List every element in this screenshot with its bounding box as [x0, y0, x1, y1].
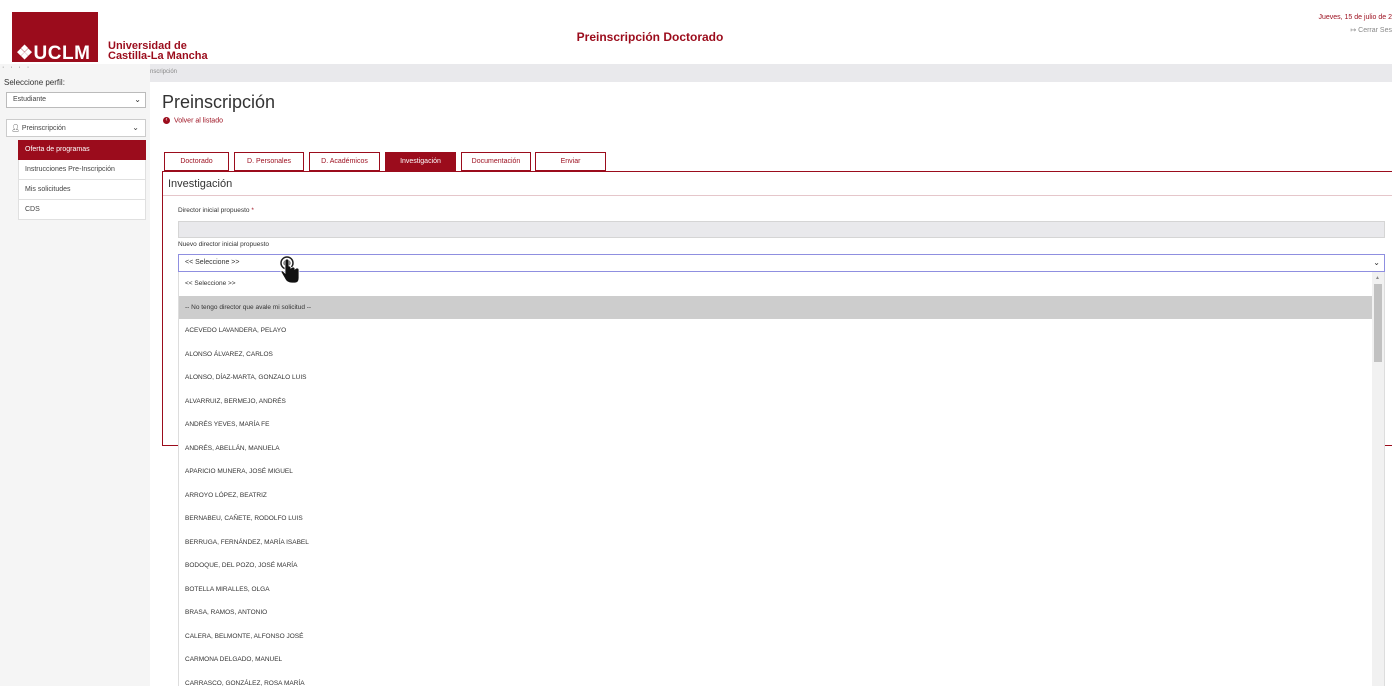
- breadcrumb-text: nscripción: [150, 69, 178, 75]
- tab-personales[interactable]: D. Personales: [234, 152, 304, 171]
- sidebar: · · · · Seleccione perfil: Estudiante ⌄ …: [0, 64, 150, 686]
- logo-text: ❖UCLM: [16, 43, 91, 64]
- sidebar-item-instrucciones[interactable]: Instrucciones Pre-Inscripción: [18, 160, 146, 180]
- dropdown-option[interactable]: ALONSO, DÍAZ-MARTA, GONZALO LUIS: [179, 366, 1373, 390]
- dropdown-option[interactable]: ALVARRUIZ, BERMEJO, ANDRÉS: [179, 390, 1373, 414]
- director-dropdown[interactable]: << Seleccione >> -- No tengo director qu…: [178, 272, 1385, 686]
- director-field: [178, 221, 1385, 238]
- profile-select[interactable]: Estudiante ⌄: [6, 92, 146, 108]
- sidebar-menu: Oferta de programas Instrucciones Pre-In…: [18, 140, 146, 220]
- dropdown-option[interactable]: ANDRÉS, ABELLÁN, MANUELA: [179, 437, 1373, 461]
- panel-title: Investigación: [168, 178, 233, 190]
- sidebar-dots: · · · ·: [2, 64, 32, 71]
- logout-link[interactable]: ↦ Cerrar Ses: [1350, 26, 1392, 34]
- university-line2: Castilla-La Mancha: [108, 50, 208, 62]
- tab-academicos[interactable]: D. Académicos: [309, 152, 380, 171]
- new-director-label: Nuevo director inicial propuesto: [178, 241, 270, 248]
- university-name: Universidad de Castilla-La Mancha: [108, 41, 208, 62]
- page-title: Preinscripción: [162, 92, 276, 112]
- dropdown-option[interactable]: CALERA, BELMONTE, ALFONSO JOSÉ: [179, 625, 1373, 649]
- dropdown-option[interactable]: BERRUGA, FERNÁNDEZ, MARÍA ISABEL: [179, 531, 1373, 555]
- sidebar-item-solicitudes[interactable]: Mis solicitudes: [18, 180, 146, 200]
- back-link[interactable]: ‹ Volver al listado: [163, 117, 223, 124]
- header: ❖UCLM Universidad de Castilla-La Mancha …: [0, 0, 1392, 64]
- chevron-down-icon: ⌄: [132, 123, 139, 132]
- dropdown-option[interactable]: BRASA, RAMOS, ANTONIO: [179, 601, 1373, 625]
- chevron-down-icon: ⌄: [134, 95, 141, 104]
- date-text: Jueves, 15 de julio de 2: [1318, 14, 1392, 21]
- dropdown-option[interactable]: BOTELLA MIRALLES, OLGA: [179, 578, 1373, 602]
- menu-preinscripcion[interactable]: 👤︎ Preinscripción ⌄: [6, 119, 146, 137]
- scroll-thumb[interactable]: [1374, 284, 1382, 362]
- dropdown-option[interactable]: ACEVEDO LAVANDERA, PELAYO: [179, 319, 1373, 343]
- dropdown-option[interactable]: << Seleccione >>: [179, 272, 1373, 296]
- logout-label: Cerrar Ses: [1358, 27, 1392, 34]
- dropdown-option[interactable]: APARICIO MUNERA, JOSÉ MIGUEL: [179, 460, 1373, 484]
- profile-value: Estudiante: [13, 96, 47, 103]
- user-icon: 👤︎: [11, 125, 20, 132]
- dropdown-option[interactable]: BERNABEU, CAÑETE, RODOLFO LUIS: [179, 507, 1373, 531]
- logout-icon: ↦: [1350, 27, 1357, 34]
- dropdown-option[interactable]: BODOQUE, DEL POZO, JOSÉ MARÍA: [179, 554, 1373, 578]
- divider: [163, 195, 1392, 196]
- new-director-select[interactable]: << Seleccione >> ⌄: [178, 254, 1385, 272]
- dropdown-option[interactable]: -- No tengo director que avale mi solici…: [179, 295, 1373, 319]
- back-link-label: Volver al listado: [173, 117, 223, 125]
- director-label: Director inicial propuesto *: [178, 207, 254, 214]
- dropdown-option[interactable]: ARROYO LÓPEZ, BEATRIZ: [179, 484, 1373, 508]
- director-label-text: Director inicial propuesto: [178, 207, 250, 214]
- arrow-left-icon: ‹: [163, 117, 170, 124]
- sidebar-item-cds[interactable]: CDS: [18, 200, 146, 220]
- dropdown-option[interactable]: ANDRÉS YEVES, MARÍA FE: [179, 413, 1373, 437]
- uclm-logo[interactable]: ❖UCLM: [12, 12, 98, 64]
- tab-enviar[interactable]: Enviar: [535, 152, 606, 171]
- required-mark: *: [251, 207, 254, 214]
- sidebar-item-oferta[interactable]: Oferta de programas: [18, 140, 146, 160]
- dropdown-scrollbar[interactable]: ▲: [1372, 272, 1384, 686]
- select-value: << Seleccione >>: [185, 259, 240, 266]
- dropdown-option[interactable]: CARRASCO, GONZÁLEZ, ROSA MARÍA: [179, 672, 1373, 686]
- hand-cursor-icon: [280, 256, 300, 284]
- profile-label: Seleccione perfil:: [4, 78, 65, 87]
- tab-documentacion[interactable]: Documentación: [461, 152, 531, 171]
- tab-doctorado[interactable]: Doctorado: [164, 152, 229, 171]
- dropdown-option[interactable]: CARMONA DELGADO, MANUEL: [179, 648, 1373, 672]
- chevron-down-icon: ⌄: [1373, 258, 1380, 267]
- scroll-up-icon[interactable]: ▲: [1375, 275, 1380, 281]
- tab-investigacion[interactable]: Investigación: [385, 152, 456, 171]
- app-title: Preinscripción Doctorado: [576, 30, 724, 44]
- menu-head-label: Preinscripción: [21, 125, 66, 132]
- dropdown-option[interactable]: ALONSO ÁLVAREZ, CARLOS: [179, 343, 1373, 367]
- breadcrumb: nscripción: [0, 64, 1392, 82]
